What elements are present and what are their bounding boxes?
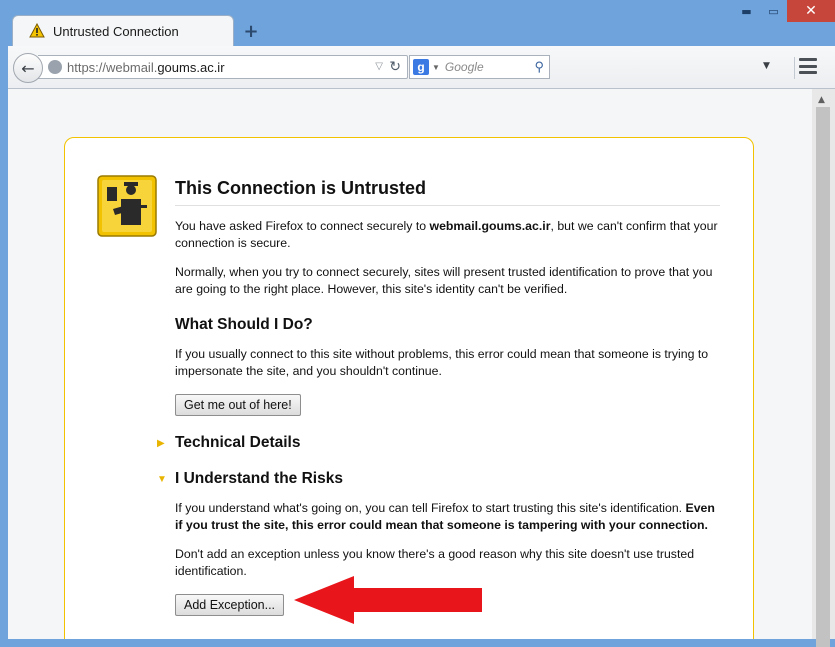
- maximize-button[interactable]: ▭: [760, 0, 787, 22]
- technical-details-toggle[interactable]: ▶ Technical Details: [157, 434, 720, 452]
- error-text: This Connection is Untrusted You have as…: [157, 178, 720, 616]
- expanded-arrow-icon: ▼: [157, 473, 167, 485]
- technical-details-heading: Technical Details: [175, 434, 301, 451]
- nav-toolbar: https://webmail. goums.ac.ir ▽ ↻ ← g ▼ Go…: [8, 46, 835, 89]
- url-history-dropdown-icon[interactable]: ▽: [375, 61, 383, 72]
- collapsed-arrow-icon: ▶: [157, 437, 165, 449]
- search-placeholder: Google: [444, 60, 484, 74]
- warning-triangle-icon: [29, 23, 45, 38]
- new-tab-button[interactable]: +: [240, 20, 262, 42]
- toolbar-separator: [794, 57, 795, 79]
- intro-text: You have asked Firefox to connect secure…: [175, 219, 430, 233]
- tab-title: Untrusted Connection: [53, 23, 179, 39]
- minimize-button[interactable]: ▬: [733, 0, 760, 22]
- scroll-up-icon[interactable]: ▲: [818, 95, 825, 105]
- search-icon[interactable]: ⚲: [534, 59, 544, 75]
- error-title: This Connection is Untrusted: [175, 178, 720, 206]
- search-bar[interactable]: g ▼ Google ⚲: [409, 55, 550, 79]
- globe-icon: [48, 60, 62, 74]
- what-should-i-do-heading: What Should I Do?: [175, 316, 313, 333]
- what-paragraph: If you usually connect to this site with…: [175, 347, 709, 378]
- close-button[interactable]: ✕: [787, 0, 835, 22]
- window-controls: ▬ ▭ ✕: [733, 0, 835, 22]
- annotation-arrow-icon: [294, 576, 482, 624]
- intro-host: webmail.goums.ac.ir: [429, 219, 551, 233]
- certificate-officer-icon: [97, 175, 157, 237]
- intro-paragraph: You have asked Firefox to connect secure…: [175, 218, 720, 252]
- risks-text: If you understand what's going on, you c…: [175, 501, 686, 515]
- add-exception-button[interactable]: Add Exception...: [175, 594, 285, 616]
- normally-paragraph: Normally, when you try to connect secure…: [175, 265, 713, 296]
- url-prefix: https://webmail.: [67, 59, 158, 75]
- understand-risks-toggle[interactable]: ▼ I Understand the Risks: [157, 470, 720, 488]
- understand-risks-heading: I Understand the Risks: [175, 470, 343, 487]
- scroll-thumb[interactable]: [816, 107, 830, 647]
- tab-untrusted-connection[interactable]: Untrusted Connection: [12, 15, 234, 46]
- get-me-out-button[interactable]: Get me out of here!: [175, 394, 301, 416]
- url-bar[interactable]: https://webmail. goums.ac.ir ▽ ↻: [38, 55, 408, 79]
- engine-dropdown-icon[interactable]: ▼: [432, 63, 440, 72]
- risks-paragraph: If you understand what's going on, you c…: [175, 500, 720, 534]
- reload-icon[interactable]: ↻: [389, 58, 401, 75]
- toolbar-dropdown-icon[interactable]: ▼: [763, 61, 770, 71]
- url-host: goums.ac.ir: [157, 59, 225, 75]
- back-button[interactable]: ←: [13, 53, 43, 83]
- page-content: This Connection is Untrusted You have as…: [8, 89, 812, 639]
- google-engine-icon[interactable]: g: [413, 59, 429, 75]
- hamburger-menu-icon[interactable]: [799, 58, 817, 74]
- error-box: This Connection is Untrusted You have as…: [64, 137, 754, 639]
- vertical-scrollbar[interactable]: ▲: [812, 89, 835, 647]
